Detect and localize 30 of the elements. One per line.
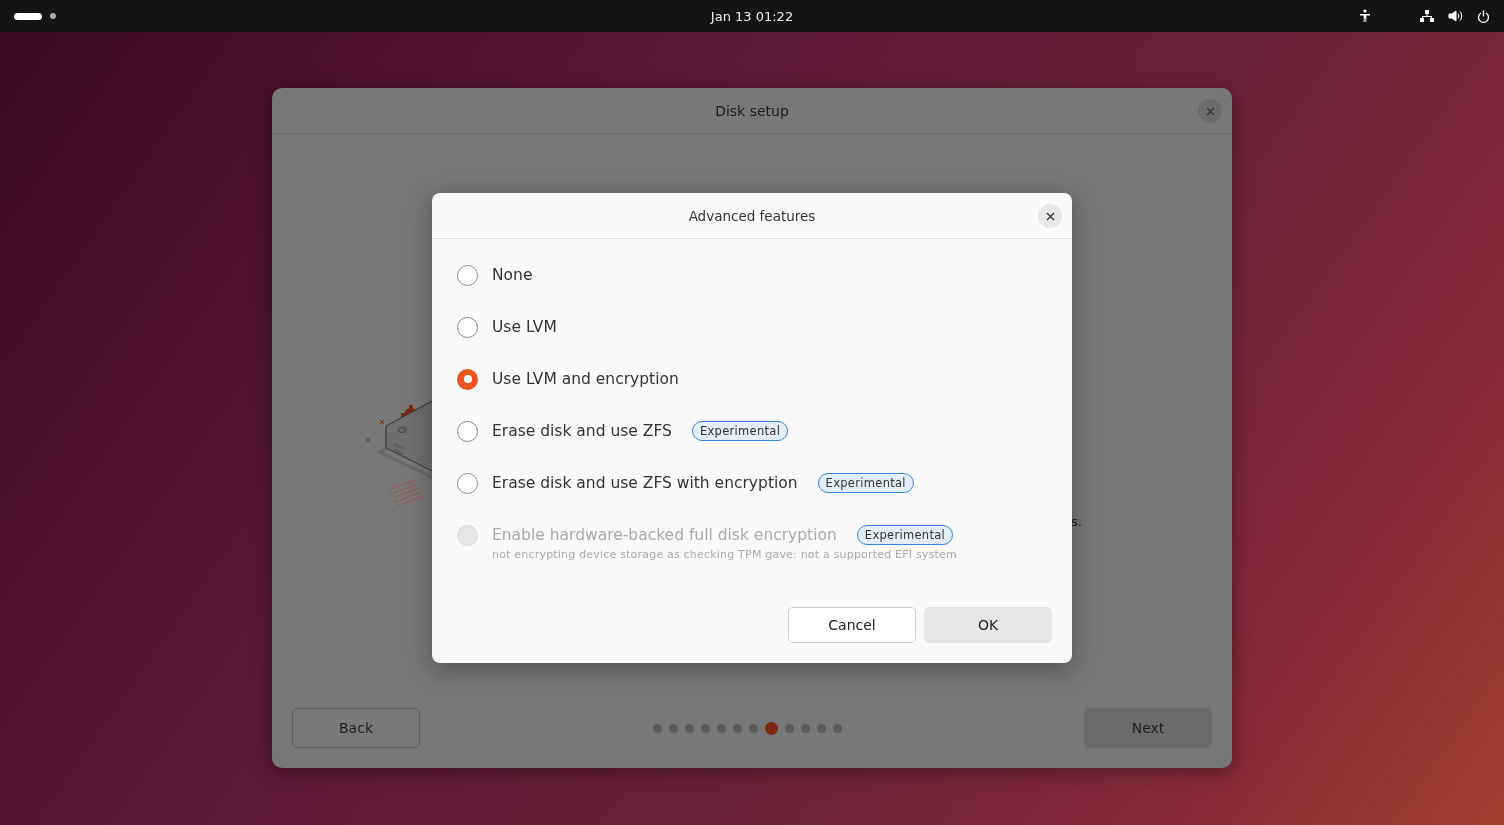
radio-button[interactable] bbox=[457, 264, 478, 286]
clock[interactable]: Jan 13 01:22 bbox=[506, 8, 998, 24]
dialog-title: Advanced features bbox=[688, 207, 816, 224]
option-label[interactable]: Use LVM bbox=[492, 318, 557, 336]
experimental-badge: Experimental bbox=[856, 525, 954, 545]
volume-icon[interactable] bbox=[1448, 10, 1463, 22]
option-label[interactable]: None bbox=[492, 266, 533, 284]
window-title: Disk setup bbox=[715, 102, 789, 119]
option-label[interactable]: Use LVM and encryption bbox=[492, 370, 679, 388]
workspace-indicator[interactable] bbox=[14, 12, 42, 20]
back-button[interactable]: Back bbox=[292, 708, 420, 748]
radio-button[interactable] bbox=[457, 316, 478, 338]
experimental-badge: Experimental bbox=[691, 421, 789, 441]
radio-button[interactable] bbox=[457, 368, 478, 390]
option-label[interactable]: Erase disk and use ZFS bbox=[492, 422, 672, 440]
network-icon[interactable] bbox=[1420, 10, 1434, 22]
radio-button[interactable] bbox=[457, 472, 478, 494]
close-icon bbox=[1205, 106, 1215, 116]
body-text: s. bbox=[1071, 514, 1082, 529]
close-icon bbox=[1045, 211, 1055, 221]
option-note: not encrypting device storage as checking TPM gave: not a supported EFI system bbox=[492, 548, 958, 561]
workspace-dot[interactable] bbox=[50, 13, 56, 19]
power-icon[interactable] bbox=[1477, 9, 1490, 23]
radio-button[interactable] bbox=[457, 420, 478, 442]
ok-button[interactable]: OK bbox=[924, 607, 1052, 643]
experimental-badge: Experimental bbox=[817, 473, 914, 493]
cancel-button[interactable]: Cancel bbox=[788, 607, 916, 643]
accessibility-icon[interactable] bbox=[1358, 9, 1372, 23]
option-label[interactable]: Erase disk and use ZFS with encryption bbox=[492, 474, 798, 492]
close-button[interactable] bbox=[1038, 204, 1062, 228]
